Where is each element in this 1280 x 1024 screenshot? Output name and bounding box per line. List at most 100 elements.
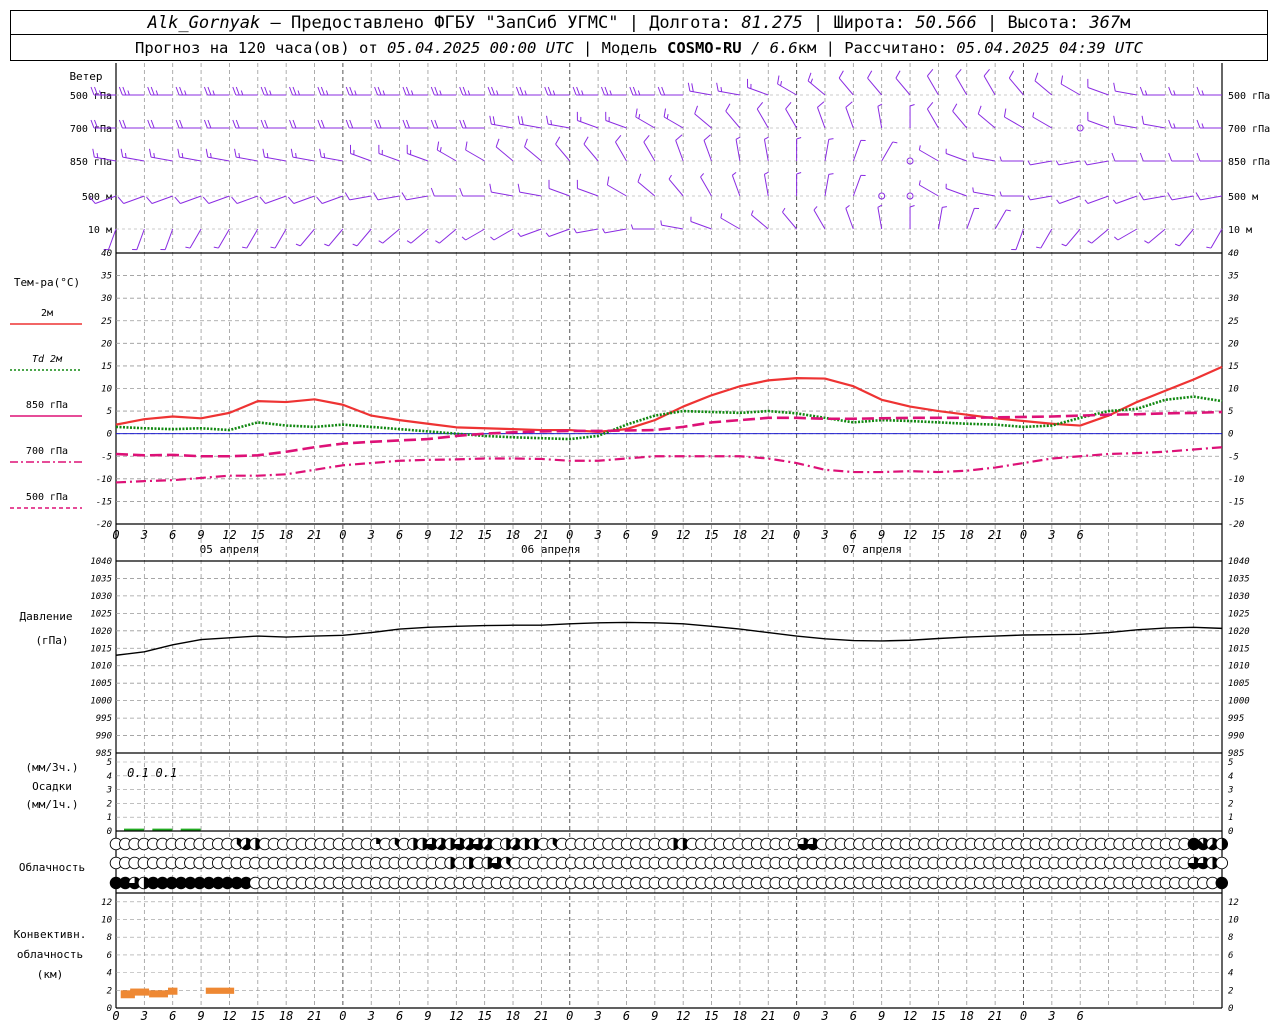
wind-staff: [675, 140, 684, 162]
wind-feather: [232, 86, 237, 96]
wind-staff: [838, 77, 854, 96]
wind-barb: [290, 148, 315, 162]
wind-half-feather: [573, 228, 577, 234]
wind-barb: [1196, 152, 1222, 162]
wind-staff: [816, 107, 826, 129]
wind-level-left-2: 850 гПа: [70, 157, 112, 168]
pressure-title: Давление: [20, 610, 73, 623]
wind-barb: [1113, 228, 1138, 241]
wind-barb: [555, 136, 571, 162]
wind-barb: [517, 115, 542, 129]
temp-x-tick: 6: [850, 528, 857, 542]
wind-barb: [175, 86, 202, 96]
wind-barb: [517, 228, 542, 237]
wind-barb: [999, 191, 1024, 197]
pressure-tick-left: 1030: [90, 592, 112, 602]
wind-staff: [246, 228, 259, 249]
wind-barb: [852, 174, 866, 197]
wind-feather: [118, 86, 123, 96]
temp-tick-right: 40: [1228, 249, 1239, 259]
wind-feather: [405, 119, 410, 129]
wind-feather: [235, 119, 240, 129]
bottom-x-tick: 0: [112, 1009, 119, 1023]
wind-barb: [926, 69, 939, 96]
wind-feather: [122, 86, 127, 96]
wind-barb: [845, 204, 854, 230]
wind-feather: [434, 86, 439, 96]
temp-series-0: [115, 365, 1223, 433]
wind-barb: [374, 119, 400, 129]
wind-half-feather: [324, 243, 329, 247]
wind-feather: [663, 108, 667, 118]
wind-half-feather: [892, 141, 898, 144]
precip-tick-right: 1: [1228, 813, 1233, 823]
wind-half-feather: [96, 153, 99, 158]
temp-date-label-1: 06 апреля: [521, 543, 581, 556]
wind-barb: [148, 148, 173, 162]
wind-feather: [374, 119, 379, 129]
convective-tick-right: 0: [1228, 1004, 1233, 1014]
wind-half-feather: [295, 243, 301, 247]
wind-barb: [576, 179, 599, 197]
wind-feather: [491, 86, 495, 96]
wind-half-feather: [660, 220, 663, 226]
temp-x-tick: 18: [506, 528, 520, 542]
wind-barb: [1111, 152, 1137, 162]
wind-staff: [1034, 80, 1053, 96]
wind-half-feather: [1201, 90, 1204, 96]
wind-barb: [459, 119, 485, 129]
wind-staff: [1060, 83, 1081, 96]
wind-feather: [632, 86, 637, 96]
wind-staff: [966, 208, 975, 230]
wind-barb: [945, 148, 967, 162]
temp-tick-right: 5: [1228, 407, 1233, 417]
temp-x-tick: 9: [424, 528, 431, 542]
wind-feather: [232, 119, 237, 129]
wind-staff: [731, 175, 741, 197]
wind-staff: [607, 184, 627, 197]
convective-bar: [149, 990, 168, 998]
wind-feather: [207, 86, 212, 96]
pressure-tick-right: 995: [1228, 714, 1244, 724]
wind-barb: [747, 78, 769, 96]
wind-feather: [1003, 108, 1007, 118]
wind-barb: [1144, 228, 1166, 244]
wind-barb: [909, 205, 915, 229]
temp-tick-left: -20: [96, 520, 112, 530]
wind-feather: [544, 86, 549, 96]
wind-barb: [406, 228, 429, 244]
wind-half-feather: [406, 240, 412, 244]
wind-staff: [1030, 160, 1052, 166]
wind-staff: [208, 195, 230, 204]
wind-barb: [867, 70, 883, 96]
temp-x-tick: 3: [593, 528, 601, 542]
wind-half-feather: [1032, 112, 1035, 118]
convective-tick-right: 6: [1228, 951, 1233, 961]
wind-feather: [495, 138, 500, 148]
meteogram: Ветер 500 гПа 500 гПа 700 гПа 700 гПа 850 гПа…: [10, 63, 1270, 1023]
temp-x-tick: 9: [197, 528, 204, 542]
temp-x-tick: 21: [761, 528, 775, 542]
wind-half-feather: [210, 153, 212, 158]
wind-barb: [1168, 86, 1194, 96]
temp-x-tick: 0: [339, 528, 346, 542]
wind-barb: [177, 148, 202, 162]
wind-half-feather: [295, 153, 297, 158]
wind-staff: [763, 139, 769, 162]
wind-barb: [977, 105, 996, 129]
wind-feather: [146, 196, 153, 204]
temp-tick-left: 40: [101, 249, 112, 259]
precip-tick-left: 5: [107, 758, 112, 768]
wind-staff: [406, 195, 429, 201]
wind-feather: [264, 86, 269, 96]
wind-barb: [955, 69, 968, 96]
wind-barb: [1168, 152, 1194, 162]
wind-half-feather: [810, 78, 814, 84]
convective-tick-left: 0: [107, 1004, 112, 1014]
wind-barb: [1003, 108, 1024, 129]
bottom-x-tick: 6: [169, 1009, 176, 1023]
bottom-x-tick: 15: [251, 1009, 265, 1023]
wind-barb: [572, 86, 599, 96]
wind-half-feather: [609, 90, 612, 96]
wind-half-feather: [637, 90, 641, 96]
